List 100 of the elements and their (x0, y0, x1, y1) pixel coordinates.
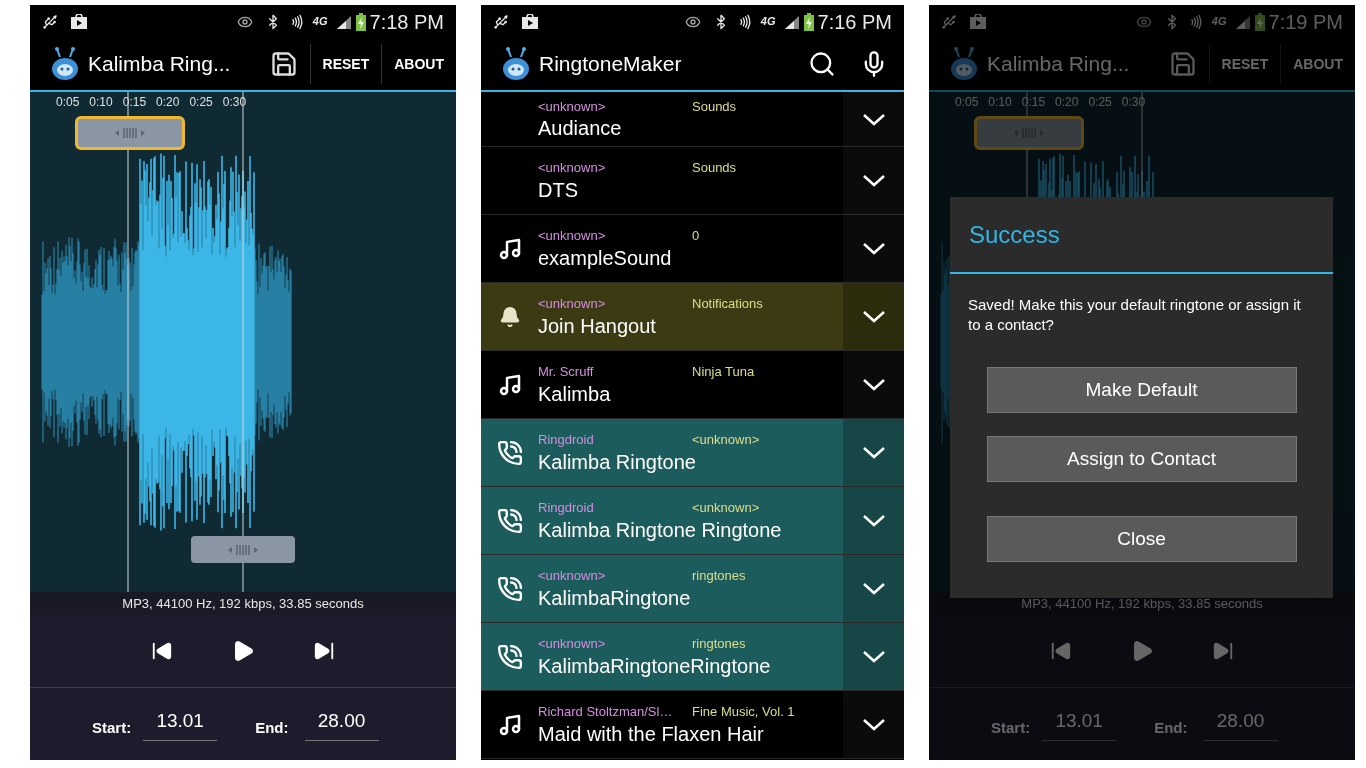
dialog-button[interactable]: Make Default (986, 367, 1297, 413)
album-text: Fine Music, Vol. 1 (692, 703, 795, 722)
song-title: Audiance (538, 116, 623, 142)
song-row[interactable]: Ringdroid <unknown> Kalimba Ringtone Ringtone (481, 487, 904, 555)
skip-forward-icon (313, 640, 335, 662)
album-text: ringtones (692, 567, 746, 586)
artist-text: <unknown> (538, 97, 607, 116)
app-title: RingtoneMaker (539, 51, 682, 78)
usb-icon (941, 13, 957, 30)
search-icon (808, 50, 836, 78)
album-text: Notifications (692, 295, 763, 314)
end-field[interactable]: 28.00 (304, 707, 379, 741)
skip-back-icon (151, 640, 173, 662)
dialog-button[interactable]: Close (986, 516, 1297, 562)
artist-text: Ringdroid (538, 431, 595, 450)
chevron-down-icon (861, 650, 886, 663)
action-button[interactable]: ABOUT (381, 44, 456, 84)
song-row[interactable]: Richard Stoltzman/Sl… Fine Music, Vol. 1 Maid with the Flaxen Hair (481, 691, 904, 759)
time-tick: 0:30 (222, 94, 247, 111)
artist-text: Ringdroid (538, 499, 595, 518)
album-text: <unknown> (692, 499, 760, 518)
dialog-message: Saved! Make this your default ringtone or assign it to a contact? (967, 295, 1302, 335)
start-marker[interactable] (75, 116, 185, 150)
battery-charging-icon (355, 12, 366, 31)
signal-icon (783, 14, 800, 29)
action-button[interactable]: ABOUT (1280, 44, 1355, 84)
file-info: MP3, 44100 Hz, 192 kbps, 33.85 seconds (1021, 594, 1263, 613)
music-note-icon (497, 712, 522, 737)
network-type: 4G (1211, 14, 1227, 30)
album-text: <unknown> (692, 431, 760, 450)
chevron-down-icon (861, 514, 886, 527)
song-title: Kalimba Ringtone Ringtone (538, 517, 783, 543)
end-label: End: (255, 717, 289, 738)
dialog-title: Success (969, 219, 1060, 250)
song-title: Kalimba (538, 381, 612, 407)
status-time: 7:18 PM (369, 9, 444, 35)
start-label: Start: (991, 717, 1031, 738)
time-tick: 0:05 (955, 94, 979, 111)
usb-icon (42, 13, 58, 30)
song-row[interactable]: <unknown> ringtones KalimbaRingtoneRingtone (481, 623, 904, 691)
end-marker[interactable] (191, 536, 295, 563)
app-logo-icon (50, 47, 80, 81)
music-note-icon (497, 236, 522, 261)
time-tick: 0:30 (1121, 94, 1146, 111)
dialog-button[interactable]: Assign to Contact (986, 436, 1297, 482)
phone-music-icon (496, 439, 523, 466)
time-tick: 0:20 (156, 94, 180, 111)
network-type: 4G (760, 14, 776, 30)
expand-button[interactable] (843, 92, 904, 146)
previous-button[interactable] (151, 640, 173, 662)
time-tick: 0:10 (89, 94, 113, 111)
song-row[interactable]: <unknown> ringtones KalimbaRingtone (481, 555, 904, 623)
song-row[interactable]: Ringdroid <unknown> Kalimba Ringtone (481, 419, 904, 487)
song-row[interactable]: Mr. Scruff Ninja Tuna Kalimba (481, 351, 904, 419)
chevron-down-icon (861, 378, 886, 391)
song-title: Join Hangout (538, 313, 657, 339)
status-time: 7:16 PM (817, 9, 892, 35)
time-tick: 0:20 (1055, 94, 1079, 111)
song-title: Maid with the Flaxen Hair (538, 721, 765, 747)
album-text: Ninja Tuna (692, 363, 755, 382)
battery-charging-icon (1254, 12, 1265, 31)
artist-text: <unknown> (538, 635, 607, 654)
network-type: 4G (312, 14, 328, 30)
song-row[interactable]: <unknown> 0 exampleSound (481, 215, 904, 283)
app-logo-icon (949, 47, 979, 81)
bell-icon (498, 305, 521, 328)
file-info: MP3, 44100 Hz, 192 kbps, 33.85 seconds (122, 594, 364, 613)
end-label: End: (1154, 717, 1188, 738)
album-text: Sounds (692, 159, 737, 178)
app-title: Kalimba Ring... (88, 51, 231, 78)
app-logo-icon (501, 47, 531, 81)
status-time: 7:19 PM (1268, 9, 1343, 35)
album-text: 0 (692, 227, 700, 246)
artist-text: <unknown> (538, 567, 607, 586)
start-label: Start: (92, 717, 132, 738)
song-title: KalimbaRingtone (538, 585, 692, 611)
time-tick: 0:25 (1088, 94, 1112, 111)
signal-icon (335, 14, 352, 29)
skip-forward-icon (1212, 640, 1234, 662)
song-row[interactable]: <unknown> Sounds Audiance (481, 92, 904, 147)
action-button[interactable]: RESET (309, 44, 382, 84)
time-tick: 0:05 (56, 94, 80, 111)
app-title: Kalimba Ring... (987, 51, 1130, 78)
chevron-down-icon (861, 582, 886, 595)
song-row[interactable]: <unknown> Sounds DTS (481, 147, 904, 215)
song-row[interactable]: <unknown> Notifications Join Hangout (481, 283, 904, 351)
album-text: ringtones (692, 635, 746, 654)
action-button[interactable]: RESET (1208, 44, 1281, 84)
song-title: KalimbaRingtoneRingtone (538, 653, 772, 679)
chevron-down-icon (861, 310, 886, 323)
artist-text: <unknown> (538, 227, 607, 246)
artist-text: Richard Stoltzman/Sl… (538, 703, 674, 722)
artist-text: <unknown> (538, 295, 607, 314)
next-button[interactable] (313, 640, 335, 662)
start-field[interactable]: 13.01 (143, 707, 218, 741)
song-title: exampleSound (538, 245, 673, 271)
start-field[interactable]: 13.01 (1042, 707, 1117, 741)
artist-text: Mr. Scruff (538, 363, 595, 382)
song-title: DTS (538, 177, 579, 203)
chevron-down-icon (861, 446, 886, 459)
